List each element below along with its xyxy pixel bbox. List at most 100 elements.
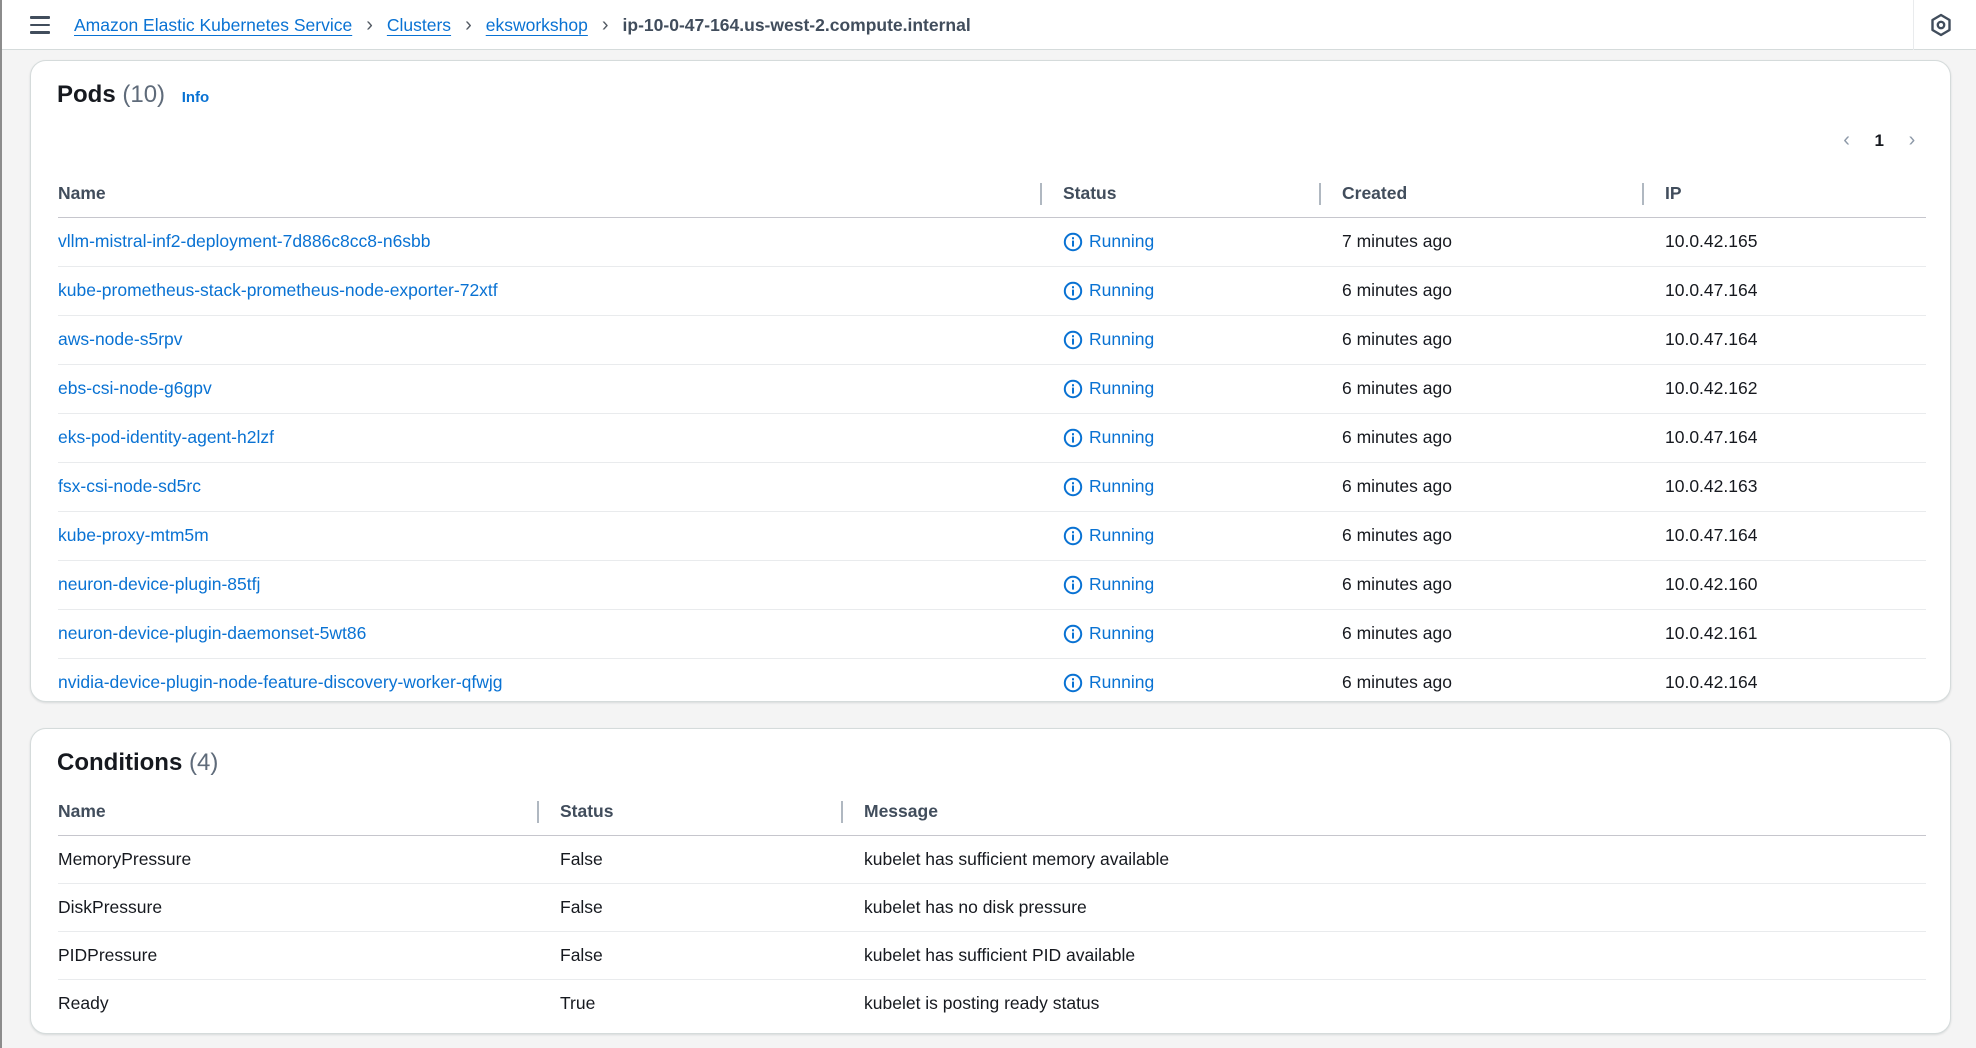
chevron-right-icon: › bbox=[465, 13, 472, 36]
pod-status-text: Running bbox=[1089, 672, 1155, 692]
pod-name-link[interactable]: aws-node-s5rpv bbox=[58, 329, 183, 349]
chevron-right-icon[interactable]: › bbox=[1904, 129, 1920, 152]
pods-title-text: Pods bbox=[57, 81, 116, 108]
conditions-container: Conditions (4) Name Status Message Memor… bbox=[30, 728, 1951, 1034]
column-header-status[interactable]: Status bbox=[537, 789, 864, 836]
pod-name-cell: kube-proxy-mtm5m bbox=[58, 511, 1063, 561]
window-left-edge bbox=[0, 0, 2, 1048]
pods-count: (10) bbox=[122, 81, 166, 108]
pod-name-cell: neuron-device-plugin-85tfj bbox=[58, 560, 1063, 610]
pod-name-cell: nvidia-device-plugin-node-feature-discov… bbox=[58, 658, 1063, 707]
table-row: eks-pod-identity-agent-h2lzf Running 6 min… bbox=[58, 413, 1926, 463]
column-header-label: Status bbox=[560, 801, 614, 822]
pod-created-cell: 6 minutes ago bbox=[1342, 266, 1665, 316]
column-header-ip[interactable]: IP bbox=[1642, 171, 1926, 218]
pod-created-cell: 6 minutes ago bbox=[1342, 560, 1665, 610]
info-circle-icon bbox=[1063, 428, 1083, 447]
column-header-status[interactable]: Status bbox=[1040, 171, 1342, 218]
pod-ip-cell: 10.0.42.162 bbox=[1665, 364, 1926, 414]
column-header-name[interactable]: Name bbox=[58, 789, 560, 836]
table-row: aws-node-s5rpv Running 6 minutes ago 10.0.4… bbox=[58, 315, 1926, 365]
condition-status-cell: False bbox=[560, 931, 864, 980]
pod-status-cell: Running bbox=[1063, 609, 1342, 659]
pod-status-text: Running bbox=[1089, 280, 1155, 300]
pods-title: Pods (10) Info bbox=[57, 81, 209, 109]
breadcrumb-current-node: ip-10-0-47-164.us-west-2.compute.interna… bbox=[622, 14, 971, 35]
condition-name-cell: PIDPressure bbox=[58, 931, 560, 980]
pagination: ‹ 1 › bbox=[1839, 129, 1920, 152]
breadcrumb-cluster[interactable]: eksworkshop bbox=[486, 15, 588, 36]
pod-name-cell: kube-prometheus-stack-prometheus-node-ex… bbox=[58, 266, 1063, 316]
info-circle-icon bbox=[1063, 281, 1083, 300]
breadcrumb-eks[interactable]: Amazon Elastic Kubernetes Service bbox=[74, 15, 352, 36]
column-header-label: IP bbox=[1665, 183, 1682, 204]
pod-name-link[interactable]: neuron-device-plugin-85tfj bbox=[58, 574, 260, 594]
condition-name-cell: Ready bbox=[58, 992, 109, 1013]
condition-message-cell: kubelet is posting ready status bbox=[864, 992, 1100, 1013]
top-navigation-bar: Amazon Elastic Kubernetes Service › Clus… bbox=[2, 0, 1976, 50]
table-row: MemoryPressure False kubelet has sufficien… bbox=[58, 835, 1926, 884]
info-link[interactable]: Info bbox=[182, 89, 210, 106]
pod-status-cell: Running bbox=[1063, 217, 1342, 267]
pod-status-cell: Running bbox=[1063, 462, 1342, 512]
pod-name-cell: aws-node-s5rpv bbox=[58, 315, 1063, 365]
column-header-name[interactable]: Name bbox=[58, 171, 1063, 218]
pod-status-text: Running bbox=[1089, 623, 1155, 643]
conditions-table: Name Status Message MemoryPressure False k… bbox=[58, 789, 1926, 1027]
pod-name-cell: vllm-mistral-inf2-deployment-7d886c8cc8-… bbox=[58, 217, 1063, 267]
pod-ip-cell: 10.0.42.164 bbox=[1665, 672, 1758, 692]
pod-created-cell: 6 minutes ago bbox=[1342, 609, 1665, 659]
condition-message-cell: kubelet has sufficient memory available bbox=[864, 835, 1926, 884]
pod-ip-cell: 10.0.47.164 bbox=[1665, 413, 1926, 463]
table-header-row: Name Status Message bbox=[58, 789, 1926, 836]
pod-created-cell: 6 minutes ago bbox=[1342, 364, 1665, 414]
pod-name-link[interactable]: ebs-csi-node-g6gpv bbox=[58, 378, 212, 398]
table-row: ebs-csi-node-g6gpv Running 6 minutes ago 10… bbox=[58, 364, 1926, 414]
table-row: PIDPressure False kubelet has sufficient P… bbox=[58, 931, 1926, 980]
hamburger-menu-icon[interactable] bbox=[28, 13, 52, 37]
pod-status-cell: Running bbox=[1063, 364, 1342, 414]
chevron-right-icon: › bbox=[366, 13, 373, 36]
pod-name-link[interactable]: eks-pod-identity-agent-h2lzf bbox=[58, 427, 274, 447]
pod-status-text: Running bbox=[1089, 378, 1155, 398]
pod-name-link[interactable]: vllm-mistral-inf2-deployment-7d886c8cc8-… bbox=[58, 231, 431, 251]
pod-created-cell: 6 minutes ago bbox=[1342, 672, 1452, 692]
pod-status-text: Running bbox=[1089, 574, 1155, 594]
column-header-created[interactable]: Created bbox=[1319, 171, 1665, 218]
pod-name-link[interactable]: neuron-device-plugin-daemonset-5wt86 bbox=[58, 623, 366, 643]
pod-ip-cell: 10.0.42.160 bbox=[1665, 560, 1926, 610]
pod-created-cell: 6 minutes ago bbox=[1342, 462, 1665, 512]
page-number[interactable]: 1 bbox=[1875, 131, 1884, 151]
pod-status-text: Running bbox=[1089, 231, 1155, 251]
column-header-label: Name bbox=[58, 801, 106, 822]
table-row: fsx-csi-node-sd5rc Running 6 minutes ago 10… bbox=[58, 462, 1926, 512]
pod-ip-cell: 10.0.47.164 bbox=[1665, 266, 1926, 316]
table-row: nvidia-device-plugin-node-feature-discov… bbox=[58, 658, 1926, 707]
pod-name-link[interactable]: kube-prometheus-stack-prometheus-node-ex… bbox=[58, 280, 498, 300]
table-row: Ready True kubelet is posting ready status bbox=[58, 979, 1926, 1027]
info-circle-icon bbox=[1063, 526, 1083, 545]
condition-name-cell: MemoryPressure bbox=[58, 835, 560, 884]
pod-name-cell: fsx-csi-node-sd5rc bbox=[58, 462, 1063, 512]
pods-table: Name Status Created IP vllm-mistral-inf2… bbox=[58, 171, 1926, 707]
pod-status-cell: Running bbox=[1063, 413, 1342, 463]
breadcrumb-clusters[interactable]: Clusters bbox=[387, 15, 451, 36]
column-header-message[interactable]: Message bbox=[841, 789, 1926, 836]
pod-status-cell: Running bbox=[1063, 560, 1342, 610]
column-header-label: Created bbox=[1342, 183, 1408, 204]
pod-name-link[interactable]: fsx-csi-node-sd5rc bbox=[58, 476, 201, 496]
condition-name-cell: DiskPressure bbox=[58, 883, 560, 932]
pod-status-cell: Running bbox=[1063, 511, 1342, 561]
condition-message-cell: kubelet has no disk pressure bbox=[864, 883, 1926, 932]
info-circle-icon bbox=[1063, 673, 1083, 692]
info-circle-icon bbox=[1063, 477, 1083, 496]
info-circle-icon bbox=[1063, 624, 1083, 643]
pod-created-cell: 6 minutes ago bbox=[1342, 413, 1665, 463]
pod-ip-cell: 10.0.47.164 bbox=[1665, 315, 1926, 365]
settings-hex-icon[interactable] bbox=[1928, 12, 1954, 38]
pod-name-link[interactable]: nvidia-device-plugin-node-feature-discov… bbox=[58, 672, 503, 692]
pod-name-link[interactable]: kube-proxy-mtm5m bbox=[58, 525, 209, 545]
chevron-left-icon[interactable]: ‹ bbox=[1839, 129, 1855, 152]
info-circle-icon bbox=[1063, 232, 1083, 251]
table-row: vllm-mistral-inf2-deployment-7d886c8cc8-… bbox=[58, 217, 1926, 267]
